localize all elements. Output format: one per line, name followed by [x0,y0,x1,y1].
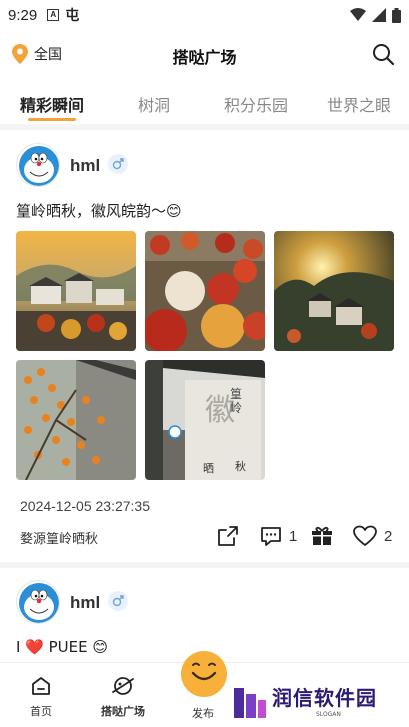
location-label: 全国 [34,47,62,63]
post-card[interactable]: hml I ❤️ PUEE 😊 [0,568,409,662]
watermark-text: 润信软件园 [272,686,377,710]
nav-square-label: 搭哒广场 [101,705,145,718]
doraemon-avatar-image [19,583,59,623]
svg-text:篁: 篁 [230,386,242,401]
active-tab-indicator [28,118,76,121]
watermark-slogan: SLOGAN [316,711,341,718]
publish-button[interactable] [181,651,227,697]
comment-icon [261,527,281,546]
home-icon [32,677,50,695]
status-bar: 9:29 A 屯 [0,0,409,30]
tab-highlights[interactable]: 精彩瞬间 [20,92,84,116]
post-text: 篁岭晒秋，徽风皖韵～😊 [16,202,182,220]
post-text: I ❤️ PUEE 😊 [16,638,109,656]
male-gender-icon [108,591,128,611]
planet-icon [112,677,134,695]
like-count: 2 [384,527,393,545]
like-button[interactable]: 2 [352,524,392,548]
svg-text:晒: 晒 [203,462,214,475]
heart-icon [353,525,377,546]
nav-home[interactable]: 首页 [11,675,71,719]
avatar[interactable] [16,143,60,187]
post-photo[interactable] [16,360,136,480]
drying-peppers-photo [145,231,265,351]
persimmon-tree-photo [16,360,136,480]
nav-home-label: 首页 [30,705,52,718]
gift-button[interactable] [310,524,334,548]
location-selector[interactable]: 全国 [12,44,62,64]
battery-icon [392,7,401,23]
post-photo[interactable] [16,231,136,351]
username[interactable]: hml [70,593,100,613]
share-icon [218,526,238,546]
publish-label: 发布 [192,707,214,720]
status-system-icons [350,7,401,23]
post-photo[interactable]: 徽 篁 岭 晒 秋 [145,360,265,480]
svg-text:秋: 秋 [235,459,246,473]
gift-icon [312,526,332,545]
watermark-logo: 润信软件园 SLOGAN [228,676,409,727]
search-icon[interactable] [371,42,395,66]
signal-icon [372,8,386,22]
notification-app-icon: 屯 [65,8,80,24]
comment-count: 1 [289,527,298,545]
header: 全国 搭哒广场 [0,36,409,76]
smiley-face-icon [191,662,217,681]
post-photo[interactable] [145,231,265,351]
nav-square[interactable]: 搭哒广场 [93,675,153,719]
avatar[interactable] [16,580,60,624]
username[interactable]: hml [70,156,100,176]
post-photo[interactable] [274,231,394,351]
village-mist-photo [16,231,136,351]
post-card[interactable]: hml 篁岭晒秋，徽风皖韵～😊 徽 篁 岭 晒 秋 2024-12-05 23:… [0,130,409,562]
status-time: 9:29 [8,6,38,24]
tab-world-eye[interactable]: 世界之眼 [327,92,391,116]
notification-a-icon: A [47,9,60,21]
watermark-building-icon [234,688,266,718]
location-pin-icon [12,44,28,64]
tab-points-park[interactable]: 积分乐园 [224,92,288,116]
post-location-tag[interactable]: 婺源篁岭晒秋 [20,528,98,547]
post-timestamp: 2024-12-05 23:27:35 [20,498,150,514]
tab-tree-hole[interactable]: 树洞 [138,92,170,116]
huizhou-gate-photo: 徽 篁 岭 晒 秋 [145,360,265,480]
sunset-village-photo [274,231,394,351]
wifi-icon [350,8,366,21]
doraemon-avatar-image [19,146,59,186]
male-gender-icon [108,154,128,174]
comment-button[interactable]: 1 [259,524,297,548]
svg-text:岭: 岭 [230,401,242,415]
category-tabs: 精彩瞬间 树洞 积分乐园 世界之眼 [0,86,409,126]
status-notification-icons: A 屯 [47,5,79,25]
share-button[interactable] [216,524,240,548]
